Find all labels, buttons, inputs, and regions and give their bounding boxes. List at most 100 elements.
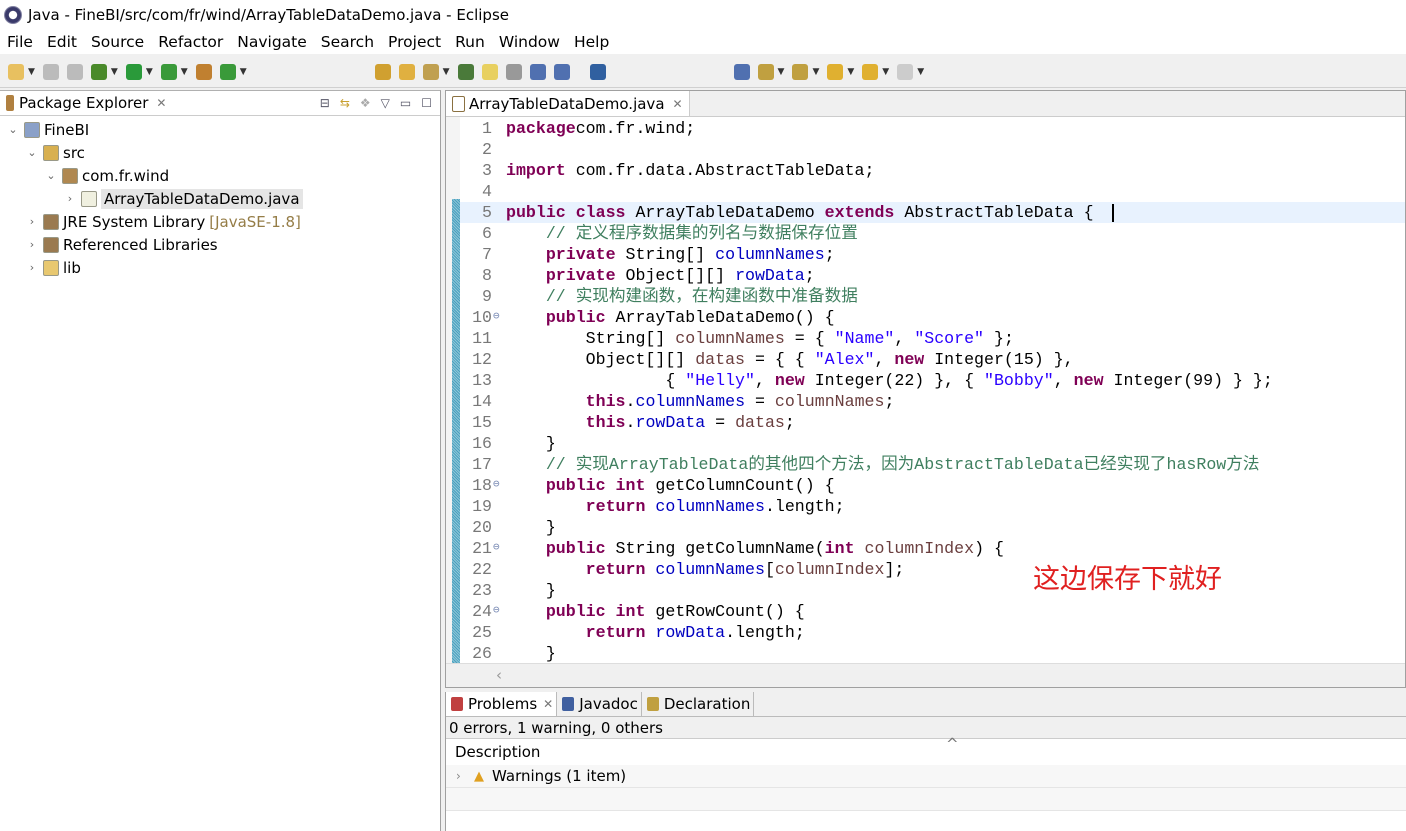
chevron-right-icon[interactable]: › [456, 765, 474, 788]
console-icon[interactable] [589, 63, 606, 80]
collapse-all-icon[interactable]: ⊟ [320, 96, 330, 110]
menu-help[interactable]: Help [574, 33, 609, 51]
menu-navigate[interactable]: Navigate [237, 33, 307, 51]
chevron-right-icon[interactable]: › [63, 192, 77, 205]
menu-window[interactable]: Window [499, 33, 560, 51]
new-icon[interactable] [8, 63, 24, 80]
minimize-icon[interactable]: ▭ [400, 96, 411, 110]
tab-package-explorer[interactable]: Package Explorer ✕ ⊟ ⇆ ❖ ▽ ▭ ☐ [0, 91, 440, 116]
dropdown-arrow-icon[interactable]: ▼ [882, 67, 889, 77]
mark-occurrences-icon[interactable] [481, 63, 498, 80]
menu-search[interactable]: Search [321, 33, 374, 51]
code-area[interactable]: 1 packagecom.fr.wind; 2 3 import com.fr.data… [460, 118, 1405, 664]
open-type-icon[interactable] [374, 63, 391, 80]
code-line[interactable]: 14 this.columnNames = columnNames; [460, 391, 1405, 412]
menu-edit[interactable]: Edit [47, 33, 77, 51]
tree-item[interactable]: ⌄ src [0, 141, 440, 164]
last-edit-icon[interactable] [792, 63, 809, 80]
code-line[interactable]: 21 ⊖ public String getColumnName(int colu… [460, 538, 1405, 559]
code-line[interactable]: 25 return rowData.length; [460, 622, 1405, 643]
chevron-down-icon[interactable]: ⌄ [6, 123, 20, 136]
tree-item[interactable]: › JRE System Library [JavaSE-1.8] [0, 210, 440, 233]
open-folder-icon[interactable] [398, 63, 415, 80]
forward-icon[interactable] [897, 63, 914, 80]
code-line[interactable]: 13 { "Helly", new Integer(22) }, { "Bobb… [460, 370, 1405, 391]
dropdown-arrow-icon[interactable]: ▼ [778, 67, 785, 77]
code-line[interactable]: 18 ⊖ public int getColumnCount() { [460, 475, 1405, 496]
code-line[interactable]: 1 packagecom.fr.wind; [460, 118, 1405, 139]
dropdown-arrow-icon[interactable]: ▼ [917, 67, 924, 77]
chevron-right-icon[interactable]: › [25, 238, 39, 251]
code-line[interactable]: 10 ⊖ public ArrayTableDataDemo() { [460, 307, 1405, 328]
filter-icon[interactable]: ❖ [360, 96, 371, 110]
back-icon[interactable] [827, 63, 844, 80]
debug-icon[interactable] [90, 63, 107, 80]
dropdown-arrow-icon[interactable]: ▼ [146, 67, 153, 77]
code-line[interactable]: 12 Object[][] datas = { { "Alex", new In… [460, 349, 1405, 370]
code-line[interactable]: 9 // 实现构建函数，在构建函数中准备数据 [460, 286, 1405, 307]
dropdown-arrow-icon[interactable]: ▼ [181, 67, 188, 77]
save-icon[interactable] [42, 63, 59, 80]
tab-javadoc[interactable]: Javadoc [557, 692, 642, 716]
block-selection-icon[interactable] [505, 63, 522, 80]
run-external-icon[interactable] [160, 63, 177, 80]
menu-source[interactable]: Source [91, 33, 144, 51]
code-line[interactable]: 2 [460, 139, 1405, 160]
dropdown-arrow-icon[interactable]: ▼ [812, 67, 819, 77]
code-line[interactable]: 4 [460, 181, 1405, 202]
code-line[interactable]: 7 private String[] columnNames; [460, 244, 1405, 265]
close-icon[interactable]: ✕ [156, 96, 166, 110]
show-whitespace-icon[interactable] [529, 63, 546, 80]
code-line[interactable]: 16 } [460, 433, 1405, 454]
dropdown-arrow-icon[interactable]: ▼ [443, 67, 450, 77]
code-line[interactable]: 22 return columnNames[columnIndex]; [460, 559, 1405, 580]
chevron-right-icon[interactable]: › [25, 261, 39, 274]
next-annotation-icon[interactable] [733, 63, 750, 80]
tree-item[interactable]: › Referenced Libraries [0, 233, 440, 256]
dropdown-arrow-icon[interactable]: ▼ [111, 67, 118, 77]
back-nav-icon[interactable] [862, 63, 879, 80]
dropdown-arrow-icon[interactable]: ▼ [240, 67, 247, 77]
search-icon[interactable] [422, 63, 439, 80]
horizontal-scrollbar[interactable]: ‹ [446, 663, 1405, 687]
new-class-icon[interactable] [219, 63, 236, 80]
dropdown-arrow-icon[interactable]: ▼ [847, 67, 854, 77]
code-line[interactable]: 26 } [460, 643, 1405, 664]
code-line[interactable]: 20 } [460, 517, 1405, 538]
new-java-project-icon[interactable] [195, 63, 212, 80]
code-line[interactable]: 24 ⊖ public int getRowCount() { [460, 601, 1405, 622]
view-menu-icon[interactable]: ▽ [381, 96, 390, 110]
close-icon[interactable]: ✕ [673, 97, 683, 111]
tree-item[interactable]: ⌄ com.fr.wind [0, 164, 440, 187]
menu-file[interactable]: File [7, 33, 33, 51]
code-line[interactable]: 17 // 实现ArrayTableData的其他四个方法，因为Abstract… [460, 454, 1405, 475]
column-header-description[interactable]: Description ^ [446, 735, 1406, 765]
problem-row[interactable]: › ▲ Warnings (1 item) [446, 765, 1406, 788]
code-line[interactable]: 11 String[] columnNames = { "Name", "Sco… [460, 328, 1405, 349]
maximize-icon[interactable]: ☐ [421, 96, 432, 110]
toggle-breadcrumb-icon[interactable] [457, 63, 474, 80]
tree-item[interactable]: › lib [0, 256, 440, 279]
tree-item[interactable]: › ArrayTableDataDemo.java [0, 187, 440, 210]
tab-declaration[interactable]: Declaration [642, 692, 755, 716]
tab-arraytabledatademo-java[interactable]: ArrayTableDataDemo.java ✕ [446, 91, 690, 116]
prev-edit-icon[interactable] [757, 63, 774, 80]
code-line[interactable]: 15 this.rowData = datas; [460, 412, 1405, 433]
code-line[interactable]: 23 } [460, 580, 1405, 601]
link-editor-icon[interactable]: ⇆ [340, 96, 350, 110]
menu-run[interactable]: Run [455, 33, 485, 51]
close-icon[interactable]: ✕ [543, 697, 553, 711]
chevron-right-icon[interactable]: › [25, 215, 39, 228]
dropdown-arrow-icon[interactable]: ▼ [28, 67, 35, 77]
save-all-icon[interactable] [66, 63, 83, 80]
code-line[interactable]: 19 return columnNames.length; [460, 496, 1405, 517]
code-line[interactable]: 5 public class ArrayTableDataDemo extends… [460, 202, 1405, 223]
chevron-down-icon[interactable]: ⌄ [25, 146, 39, 159]
code-line[interactable]: 8 private Object[][] rowData; [460, 265, 1405, 286]
tree-item[interactable]: ⌄ FineBI [0, 118, 440, 141]
menu-refactor[interactable]: Refactor [158, 33, 223, 51]
chevron-down-icon[interactable]: ⌄ [44, 169, 58, 182]
tab-problems[interactable]: Problems ✕ [446, 692, 558, 716]
menu-project[interactable]: Project [388, 33, 441, 51]
run-icon[interactable] [125, 63, 142, 80]
